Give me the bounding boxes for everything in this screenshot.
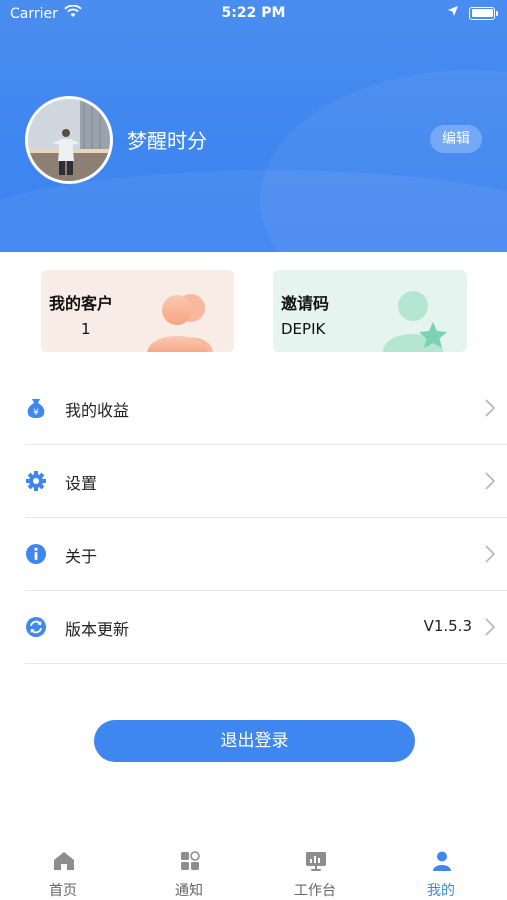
edit-profile-button[interactable]: 编辑 (430, 125, 482, 153)
battery-icon (469, 6, 498, 20)
home-icon (54, 852, 74, 870)
chevron-right-icon (485, 472, 495, 490)
profile-header: Carrier 5:22 PM 梦醒时分 编辑 (0, 0, 507, 252)
tab-label-notifications: 通知 (175, 883, 203, 899)
menu-label-about: 关于 (65, 547, 98, 566)
invite-code-value: DEPIK (281, 320, 326, 338)
tab-label-workbench: 工作台 (294, 883, 336, 899)
gear-icon (26, 471, 46, 491)
grid-icon (181, 851, 200, 870)
my-customers-count: 1 (81, 320, 91, 338)
tab-label-mine: 我的 (427, 883, 455, 899)
tab-workbench[interactable]: 工作台 (252, 840, 378, 900)
invite-code-title: 邀请码 (281, 294, 330, 313)
menu-label-version-update: 版本更新 (65, 620, 130, 639)
status-time: 5:22 PM (221, 5, 286, 21)
tab-label-home: 首页 (49, 883, 77, 899)
menu-item-earnings[interactable]: ¥ 我的收益 (25, 372, 507, 445)
chevron-right-icon (485, 618, 495, 636)
my-customers-title: 我的客户 (49, 294, 114, 313)
status-bar: Carrier 5:22 PM (0, 0, 507, 28)
menu-item-settings[interactable]: 设置 (25, 445, 507, 518)
menu-label-settings: 设置 (65, 474, 98, 493)
customers-group-icon (147, 294, 213, 352)
svg-text:¥: ¥ (33, 408, 39, 418)
location-arrow-icon (447, 5, 459, 21)
invite-user-star-icon (383, 291, 447, 352)
chevron-right-icon (485, 399, 495, 417)
info-icon (26, 544, 46, 564)
user-icon (433, 851, 451, 871)
money-bag-icon: ¥ (27, 399, 45, 418)
menu-label-earnings: 我的收益 (65, 401, 130, 420)
avatar[interactable] (25, 96, 113, 184)
username: 梦醒时分 (127, 129, 207, 153)
tab-home[interactable]: 首页 (0, 840, 126, 900)
menu-item-version-update[interactable]: 版本更新 V1.5.3 (25, 591, 507, 664)
tab-notifications[interactable]: 通知 (126, 840, 252, 900)
my-customers-card[interactable]: 我的客户 1 (41, 270, 234, 352)
tab-mine[interactable]: 我的 (378, 840, 504, 900)
refresh-icon (26, 617, 46, 637)
menu-item-about[interactable]: 关于 (25, 518, 507, 591)
header-wave-decoration (260, 70, 507, 252)
invite-code-card[interactable]: 邀请码 DEPIK (273, 270, 467, 352)
dashboard-icon (306, 852, 326, 871)
logout-button[interactable]: 退出登录 (94, 720, 415, 762)
version-number: V1.5.3 (423, 617, 472, 635)
chevron-right-icon (485, 545, 495, 563)
tab-bar: 首页 通知 工作台 我的 (0, 840, 507, 900)
